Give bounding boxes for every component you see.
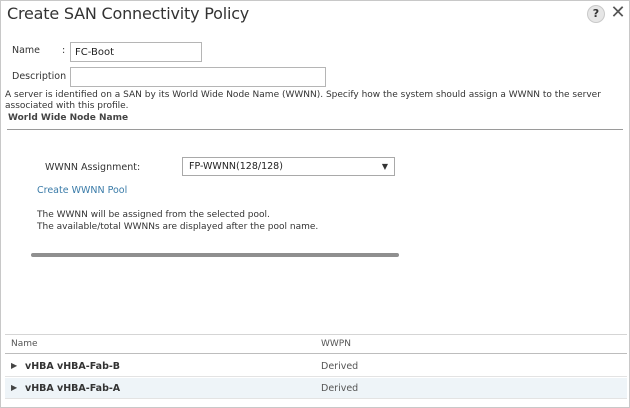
- vhba-name: vHBA vHBA-Fab-A: [25, 383, 121, 394]
- vhba-wwpn: Derived: [321, 383, 359, 394]
- name-label: Name: [12, 45, 41, 56]
- close-icon[interactable]: ✕: [609, 3, 627, 23]
- description-input[interactable]: [70, 67, 326, 87]
- vhba-table-header: Name WWPN: [5, 334, 627, 354]
- create-wwnn-pool-link[interactable]: Create WWNN Pool: [37, 185, 127, 196]
- vhba-name: vHBA vHBA-Fab-B: [25, 361, 121, 372]
- wwnn-info-text: A server is identified on a SAN by its W…: [5, 90, 601, 111]
- wwnn-assignment-label: WWNN Assignment:: [45, 162, 141, 173]
- table-row[interactable]: ▶ vHBA vHBA-Fab-A Derived: [5, 378, 627, 399]
- dialog-title: Create SAN Connectivity Policy: [7, 4, 250, 23]
- create-san-connectivity-policy-dialog: Create SAN Connectivity Policy ? ✕ Name …: [0, 0, 630, 408]
- dropdown-arrow-icon: ▼: [381, 162, 388, 171]
- column-header-name: Name: [11, 339, 38, 349]
- column-header-wwpn: WWPN: [321, 339, 351, 349]
- horizontal-scrollbar[interactable]: [31, 253, 399, 257]
- description-label: Description :: [12, 71, 73, 82]
- wwnn-note-line-1: The WWNN will be assigned from the selec…: [37, 210, 270, 220]
- wwnn-assignment-value: FP-WWNN(128/128): [189, 161, 283, 172]
- expand-caret-icon[interactable]: ▶: [11, 383, 17, 392]
- help-button[interactable]: ?: [587, 5, 605, 23]
- wwnn-note-line-2: The available/total WWNNs are displayed …: [37, 222, 319, 232]
- name-input[interactable]: [70, 42, 202, 62]
- table-row[interactable]: ▶ vHBA vHBA-Fab-B Derived: [5, 356, 627, 377]
- vhba-wwpn: Derived: [321, 361, 359, 372]
- wwnn-assignment-select[interactable]: FP-WWNN(128/128) ▼: [182, 157, 395, 176]
- expand-caret-icon[interactable]: ▶: [11, 361, 17, 370]
- wwnn-section-header: World Wide Node Name: [8, 113, 129, 123]
- name-colon: :: [62, 45, 66, 56]
- section-divider: [7, 129, 623, 130]
